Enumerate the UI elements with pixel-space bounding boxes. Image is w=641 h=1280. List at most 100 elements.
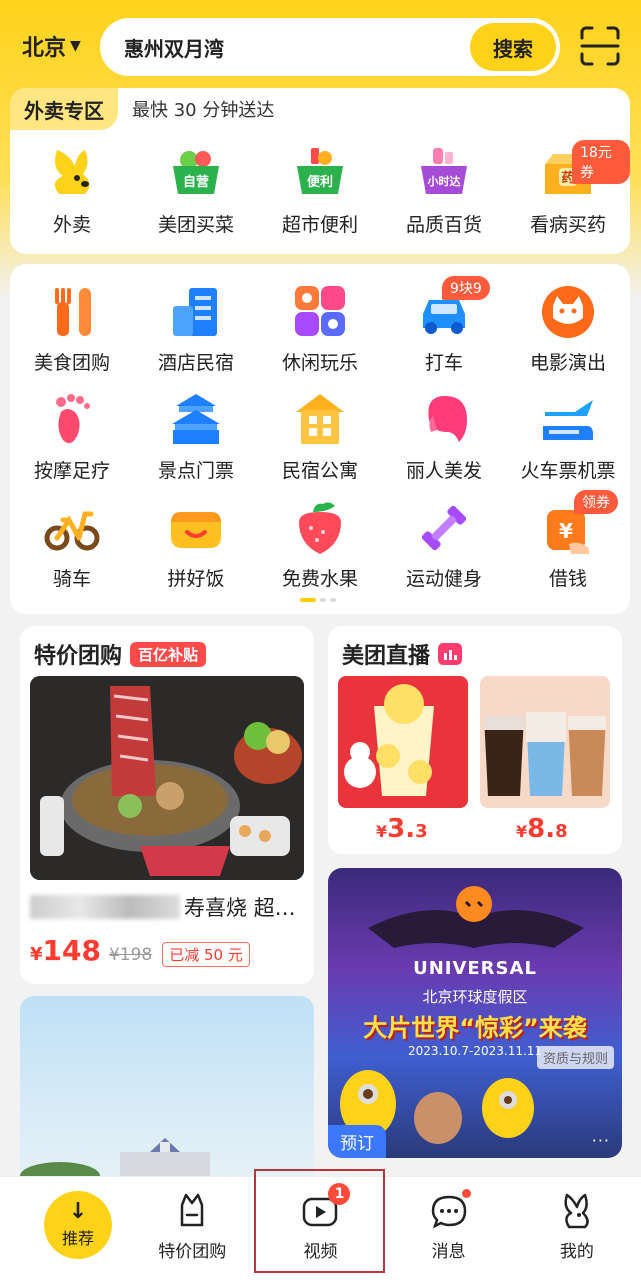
- deal-old-price: ¥198: [108, 945, 153, 965]
- lemon-drink-thumb[interactable]: [338, 676, 468, 808]
- more-options-icon[interactable]: ···: [592, 1131, 610, 1150]
- recommend-button[interactable]: ↓ 推荐: [44, 1191, 112, 1259]
- hair-salon-icon: [428, 396, 467, 442]
- tab-profile[interactable]: 我的: [513, 1177, 641, 1280]
- fork-knife-icon: [55, 288, 91, 336]
- service-label: 丽人美发: [405, 460, 482, 482]
- search-button[interactable]: 搜索: [470, 23, 556, 71]
- service-movie[interactable]: 电影演出: [506, 284, 630, 375]
- deal-name-text: 寿喜烧 超…: [184, 896, 296, 920]
- service-attractions[interactable]: 景点门票: [134, 392, 258, 483]
- service-label: 打车: [424, 352, 463, 374]
- takeout-item-grocery[interactable]: 自营 美团买菜: [134, 146, 258, 237]
- universal-subtitle: 北京环球度假区: [422, 988, 528, 1006]
- deal-card-title: 特价团购: [34, 644, 123, 669]
- takeout-tag: 外卖专区: [10, 88, 118, 130]
- message-dot-badge: [461, 1189, 471, 1198]
- live-card[interactable]: 美团直播 ¥3.3 ¥8.8: [328, 626, 622, 854]
- svg-text:自营: 自营: [183, 174, 209, 190]
- takeout-item-label: 外卖: [52, 214, 91, 236]
- tab-recommend[interactable]: ↓ 推荐: [0, 1177, 128, 1280]
- universal-promo-card[interactable]: UNIVERSAL 北京环球度假区 大片世界“惊彩”来袭 2023.10.7-2…: [328, 868, 622, 1158]
- grocery-basket-icon: 自营: [173, 151, 219, 194]
- search-bar[interactable]: 惠州双月湾 搜索: [100, 18, 560, 76]
- service-leisure[interactable]: 休闲玩乐: [258, 284, 382, 375]
- svg-text:小时达: 小时达: [427, 174, 461, 188]
- service-massage[interactable]: 按摩足疗: [10, 392, 134, 483]
- deal-bag-icon: [181, 1193, 204, 1227]
- message-icon-wrap: [429, 1189, 471, 1231]
- chevron-down-icon: ▼: [70, 38, 81, 54]
- takeout-item-label: 超市便利: [281, 214, 358, 236]
- live-card-title: 美团直播: [342, 644, 431, 669]
- live-price: ¥3.3: [376, 814, 428, 844]
- blurred-merchant-name: [30, 895, 180, 919]
- deal-name: 寿喜烧 超…: [30, 892, 296, 922]
- service-label: 拼好饭: [167, 568, 225, 590]
- svg-text:便利: 便利: [307, 174, 333, 190]
- service-free-fruit[interactable]: 免费水果: [258, 500, 382, 591]
- taxi-promo-badge: 9块9: [442, 276, 490, 300]
- service-label: 按摩足疗: [33, 460, 110, 482]
- service-taxi[interactable]: 9块9 打车: [382, 276, 506, 375]
- service-label: 景点门票: [157, 460, 234, 482]
- landscape-image: [20, 1138, 210, 1196]
- service-fitness[interactable]: 运动健身: [382, 500, 506, 591]
- service-label: 美食团购: [33, 352, 110, 374]
- service-label: 民宿公寓: [281, 460, 358, 482]
- service-grid: 美食团购 酒店民宿 休闲玩乐 9块9 打车 电影演出 按摩足疗 景点门票 民宿公…: [10, 264, 630, 614]
- deal-card[interactable]: 特价团购 百亿补贴 寿喜烧 超… ¥148 ¥198 已减 50 元: [20, 626, 314, 984]
- service-label: 运动健身: [405, 568, 482, 590]
- service-group-meal[interactable]: 拼好饭: [134, 500, 258, 591]
- video-tab-highlight: [254, 1169, 385, 1273]
- takeout-section: 外卖专区 最快 30 分钟送达 外卖 自营 美团买菜 便利 超市便利 小时达 品…: [10, 88, 630, 254]
- tab-label: 特价团购: [158, 1242, 227, 1262]
- takeout-subtitle: 最快 30 分钟送达: [132, 100, 275, 121]
- service-label: 火车票机票: [520, 460, 616, 482]
- group-meal-icon: [171, 512, 221, 548]
- takeout-item-label: 美团买菜: [157, 214, 234, 236]
- dumbbell-icon: [421, 505, 467, 551]
- coupon-badge: 18元券: [572, 140, 630, 184]
- recommend-arrow-icon: ↓: [68, 1199, 88, 1224]
- tab-messages[interactable]: 消息: [385, 1177, 513, 1280]
- subsidy-pill: 百亿补贴: [130, 641, 207, 667]
- strawberry-icon: [299, 502, 341, 554]
- leisure-grid-icon: [295, 286, 345, 336]
- tab-label: 我的: [559, 1242, 594, 1262]
- svg-text:¥: ¥: [559, 519, 573, 543]
- takeout-item-medicine[interactable]: 药 18元券 看病买药: [506, 140, 630, 237]
- takeout-item-supermarket[interactable]: 便利 超市便利: [258, 146, 382, 237]
- city-selector[interactable]: 北京 ▼: [22, 30, 81, 62]
- tab-label: 消息: [431, 1242, 466, 1262]
- tab-label: 推荐: [61, 1229, 94, 1248]
- scan-icon[interactable]: [578, 24, 622, 68]
- bicycle-icon: [44, 511, 100, 551]
- service-label: 电影演出: [529, 352, 606, 374]
- service-loan[interactable]: ¥ 领券 借钱: [506, 490, 630, 591]
- message-bubble-icon: [431, 1195, 466, 1229]
- apartment-house-icon: [296, 394, 344, 444]
- service-bike[interactable]: 骑车: [10, 500, 134, 591]
- service-train-flight[interactable]: 火车票机票: [506, 392, 630, 483]
- service-label: 酒店民宿: [157, 352, 234, 374]
- takeout-item-waimai[interactable]: 外卖: [10, 146, 134, 237]
- qualification-link[interactable]: 资质与规则: [536, 1046, 614, 1069]
- service-homestay[interactable]: 民宿公寓: [258, 392, 382, 483]
- page-indicator: [300, 598, 336, 602]
- service-label: 借钱: [548, 568, 587, 590]
- coffee-thumb[interactable]: [480, 676, 610, 808]
- takeout-item-department[interactable]: 小时达 品质百货: [382, 146, 506, 237]
- service-food-deals[interactable]: 美食团购: [10, 284, 134, 375]
- service-hotel[interactable]: 酒店民宿: [134, 284, 258, 375]
- service-label: 骑车: [52, 568, 91, 590]
- landscape-card[interactable]: [20, 996, 314, 1196]
- service-beauty[interactable]: 丽人美发: [382, 392, 506, 483]
- takeout-item-label: 看病买药: [529, 214, 606, 236]
- hotel-building-icon: [173, 288, 217, 336]
- department-store-icon: 小时达: [421, 148, 467, 194]
- tab-deals[interactable]: 特价团购: [128, 1177, 256, 1280]
- deal-price: ¥148: [30, 934, 101, 967]
- hotpot-image: [30, 676, 304, 880]
- profile-rabbit-icon: [564, 1193, 589, 1229]
